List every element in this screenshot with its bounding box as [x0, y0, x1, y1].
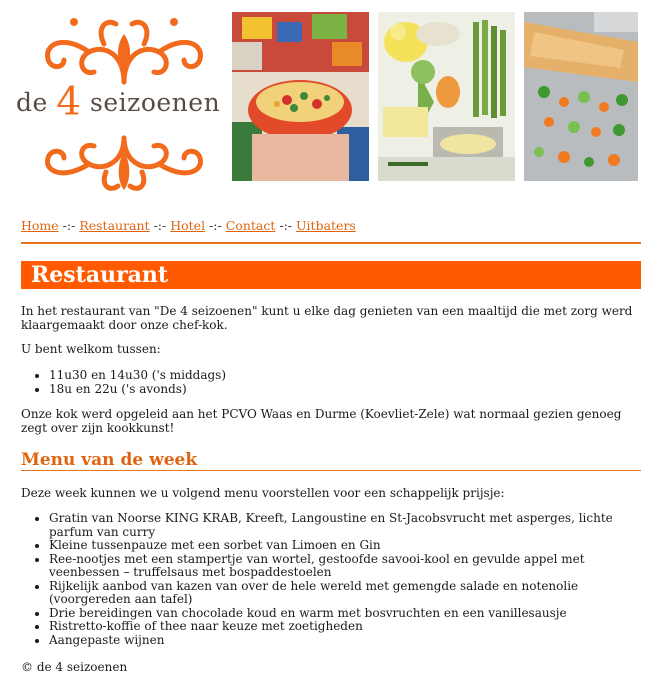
- ornament-bottom-icon: [45, 135, 203, 191]
- page-title: Restaurant: [31, 262, 169, 288]
- logo-prefix: de: [16, 88, 48, 117]
- welcome-text: U bent welkom tussen:: [21, 342, 161, 356]
- logo-number: 4: [56, 80, 82, 125]
- nav-contact[interactable]: Contact: [226, 218, 276, 233]
- menu-list: Gratin van Noorse KING KRAB, Kreeft, Lan…: [21, 511, 649, 648]
- food-photo-dish: [524, 12, 638, 181]
- list-item: 18u en 22u ('s avonds): [49, 382, 649, 397]
- main-nav: Home -:- Restaurant -:- Hotel -:- Contac…: [21, 218, 641, 233]
- list-item: 11u30 en 14u30 ('s middags): [49, 368, 649, 383]
- food-photo-salad: [232, 12, 369, 181]
- intro-paragraph: In het restaurant van "De 4 seizoenen" k…: [21, 304, 633, 332]
- footer-copyright: © de 4 seizoenen: [21, 660, 128, 674]
- list-item: Rijkelijk aanbod van kazen van over de h…: [49, 579, 649, 607]
- nav-uitbaters[interactable]: Uitbaters: [296, 218, 356, 233]
- logo-suffix: seizoenen: [90, 88, 221, 117]
- nav-hotel[interactable]: Hotel: [170, 218, 205, 233]
- menu-intro: Deze week kunnen we u volgend menu voors…: [21, 486, 505, 500]
- list-item: Drie bereidingen van chocolade koud en w…: [49, 606, 649, 621]
- nav-separator: -:-: [279, 218, 293, 233]
- list-item: Kleine tussenpauze met een sorbet van Li…: [49, 538, 649, 553]
- list-item: Aangepaste wijnen: [49, 633, 649, 648]
- nav-divider: [21, 242, 641, 244]
- cook-paragraph: Onze kok werd opgeleid aan het PCVO Waas…: [21, 407, 622, 435]
- nav-home[interactable]: Home: [21, 218, 59, 233]
- menu-heading: Menu van de week: [21, 450, 198, 470]
- nav-restaurant[interactable]: Restaurant: [79, 218, 149, 233]
- nav-separator: -:-: [62, 218, 76, 233]
- menu-divider: [21, 470, 641, 471]
- list-item: Ristretto-koffie of thee naar keuze met …: [49, 619, 649, 634]
- food-photo-vegetables: [378, 12, 515, 181]
- page-title-bar: Restaurant: [21, 261, 641, 289]
- nav-separator: -:-: [209, 218, 222, 233]
- site-logo[interactable]: de 4 seizoenen: [10, 8, 230, 191]
- list-item: Ree-nootjes met een stampertje van worte…: [49, 552, 649, 580]
- nav-separator: -:-: [153, 218, 167, 233]
- header: de 4 seizoenen: [0, 0, 650, 191]
- logo-wordmark: de 4 seizoenen: [16, 80, 241, 125]
- opening-hours-list: 11u30 en 14u30 ('s middags) 18u en 22u (…: [21, 368, 649, 397]
- ornament-top-icon: [45, 18, 203, 85]
- list-item: Gratin van Noorse KING KRAB, Kreeft, Lan…: [49, 511, 649, 539]
